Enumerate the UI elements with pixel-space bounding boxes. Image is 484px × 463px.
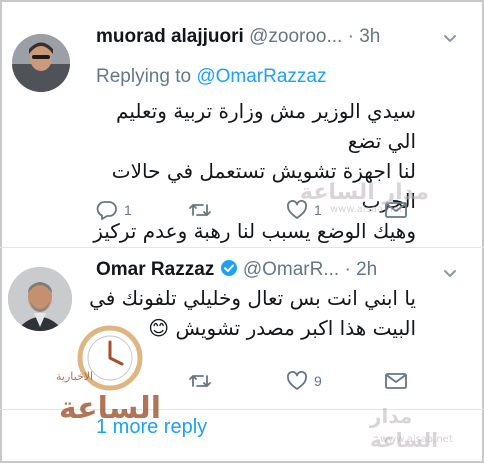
replying-to-label: Replying to: [96, 66, 192, 87]
tweet-text-line: سيدي الوزير مش وزارة تربية وتعليم الي تض…: [116, 99, 416, 153]
replying-to: Replying to @OmarRazzaz: [96, 66, 327, 88]
reply-button[interactable]: 1: [96, 200, 132, 220]
replying-to-handle[interactable]: @OmarRazzaz: [196, 66, 326, 87]
tweet-text-line: يا ابني انت بس تعال وخليلي تلفونك في: [89, 286, 416, 310]
retweet-icon: [189, 204, 211, 216]
separator-dot: ·: [344, 259, 351, 280]
retweet-button[interactable]: [188, 371, 218, 391]
user-handle[interactable]: @zooroo...: [249, 26, 342, 47]
tweet-header: muorad alajjuori @zooroo... · 3h: [96, 26, 474, 50]
like-count: 9: [314, 373, 322, 389]
retweet-button[interactable]: [188, 200, 218, 220]
watermark-brand: مدار الساعة: [300, 180, 430, 205]
verified-badge-icon: [220, 260, 237, 276]
svg-text:الساعة: الساعة: [59, 391, 161, 426]
reply-count: 1: [124, 202, 132, 218]
like-icon: [287, 371, 307, 390]
watermark-logo: الساعة الاخبارية: [56, 318, 164, 428]
avatar[interactable]: [12, 34, 70, 92]
chevron-down-icon[interactable]: [442, 30, 458, 46]
dm-icon: [385, 373, 407, 389]
tweet-header: Omar Razzaz @OmarR... · 2h: [96, 259, 474, 283]
display-name[interactable]: muorad alajjuori: [96, 26, 244, 47]
reply-icon: [96, 201, 117, 220]
user-handle[interactable]: @OmarR...: [243, 259, 339, 280]
display-name[interactable]: Omar Razzaz: [96, 259, 214, 280]
dm-button[interactable]: [384, 371, 408, 391]
separator-dot: ·: [347, 26, 354, 47]
tweet-time[interactable]: 2h: [356, 259, 377, 280]
watermark-url: www.alsaa.net: [380, 434, 453, 445]
chevron-down-icon[interactable]: [442, 265, 458, 281]
tweet-time[interactable]: 3h: [359, 26, 380, 47]
watermark-sub: الاخبارية: [56, 370, 94, 383]
watermark-url: www.alsaa.net: [330, 204, 403, 215]
retweet-icon: [189, 375, 211, 387]
like-button[interactable]: 9: [286, 371, 322, 391]
tweet-reply-muorad[interactable]: muorad alajjuori @zooroo... · 3h Replyin…: [0, 0, 484, 247]
